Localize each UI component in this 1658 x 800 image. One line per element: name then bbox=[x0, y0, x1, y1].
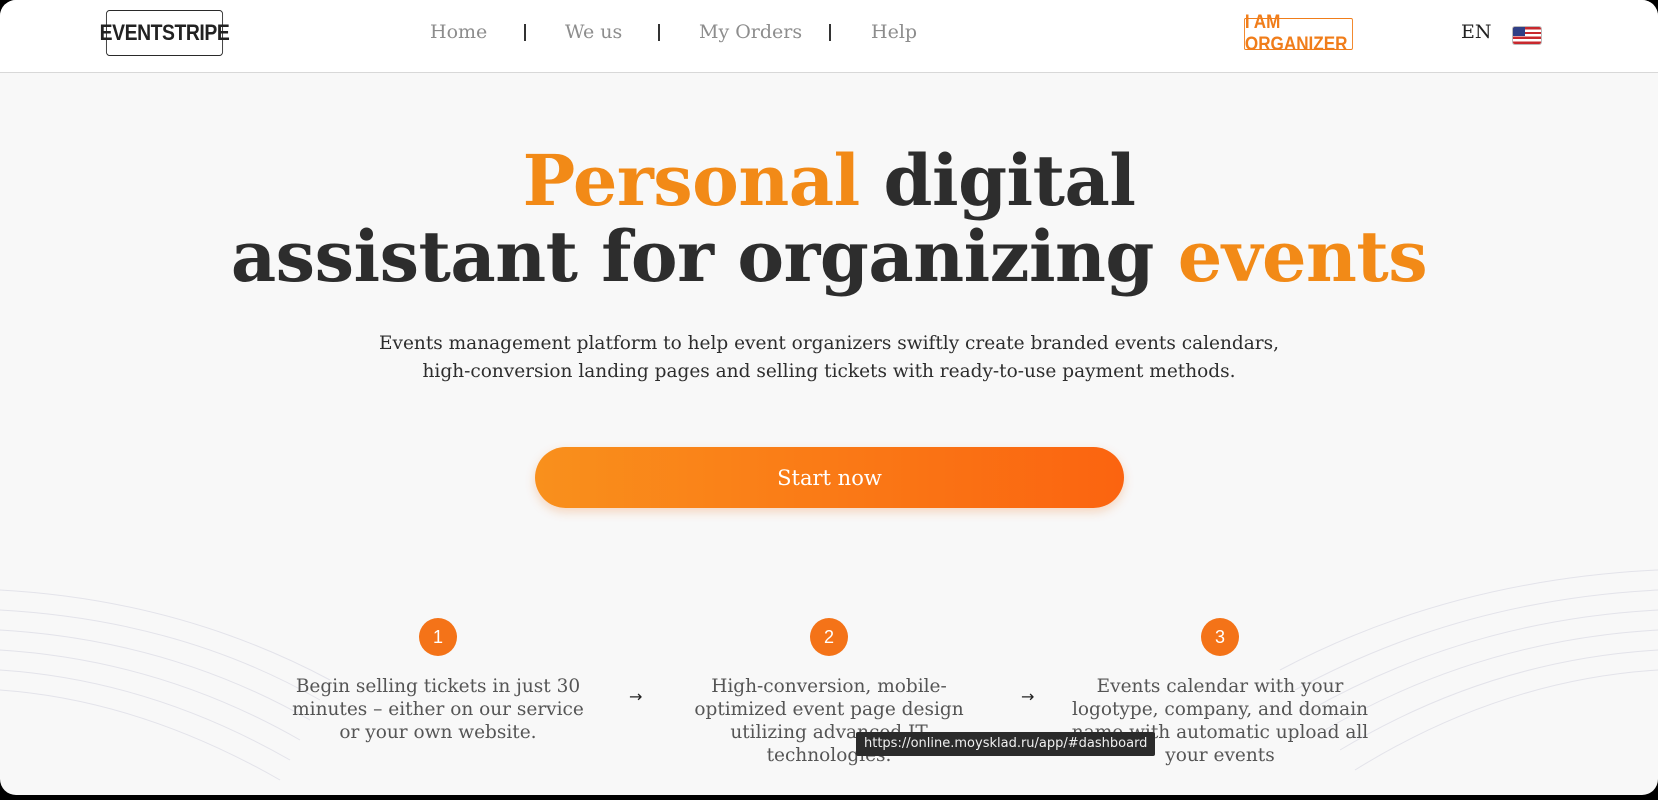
nav-home-link[interactable]: Home bbox=[430, 21, 487, 43]
i-am-organizer-button[interactable]: I AM ORGANIZER bbox=[1244, 12, 1353, 55]
start-now-button[interactable]: Start now bbox=[535, 447, 1124, 508]
arrow-right-icon: → bbox=[629, 687, 643, 706]
link-url-tooltip: https://online.moysklad.ru/app/#dashboar… bbox=[856, 732, 1156, 756]
nav-we-us-link[interactable]: We us bbox=[565, 21, 622, 43]
title-highlight-events: events bbox=[1177, 215, 1428, 298]
subtitle-line: high-conversion landing pages and sellin… bbox=[422, 361, 1236, 382]
site-logo[interactable]: EVENTSTRIPE bbox=[100, 10, 230, 56]
subtitle-line: Events management platform to help event… bbox=[379, 333, 1279, 354]
title-highlight-personal: Personal bbox=[522, 139, 861, 222]
step-2-badge: 2 bbox=[810, 618, 848, 656]
hero-subtitle: Events management platform to help event… bbox=[0, 330, 1658, 386]
us-flag-icon[interactable] bbox=[1513, 27, 1541, 44]
hero-title: Personal digital assistant for organizin… bbox=[0, 143, 1658, 295]
browser-page: EVENTSTRIPE Home We us My Orders Help I … bbox=[0, 0, 1658, 795]
language-selector[interactable]: EN bbox=[1461, 21, 1492, 43]
nav-divider bbox=[658, 24, 660, 41]
nav-divider bbox=[829, 24, 831, 41]
site-header: EVENTSTRIPE Home We us My Orders Help I … bbox=[0, 0, 1658, 73]
step-1-text: Begin selling tickets in just 30 minutes… bbox=[292, 676, 584, 743]
step-1-badge: 1 bbox=[419, 618, 457, 656]
arrow-right-icon: → bbox=[1021, 687, 1035, 706]
nav-help-link[interactable]: Help bbox=[871, 21, 917, 43]
nav-my-orders-link[interactable]: My Orders bbox=[699, 21, 802, 43]
title-text: digital bbox=[859, 139, 1136, 222]
nav-divider bbox=[524, 24, 526, 41]
step-3-badge: 3 bbox=[1201, 618, 1239, 656]
title-text: assistant for organizing bbox=[230, 215, 1178, 298]
